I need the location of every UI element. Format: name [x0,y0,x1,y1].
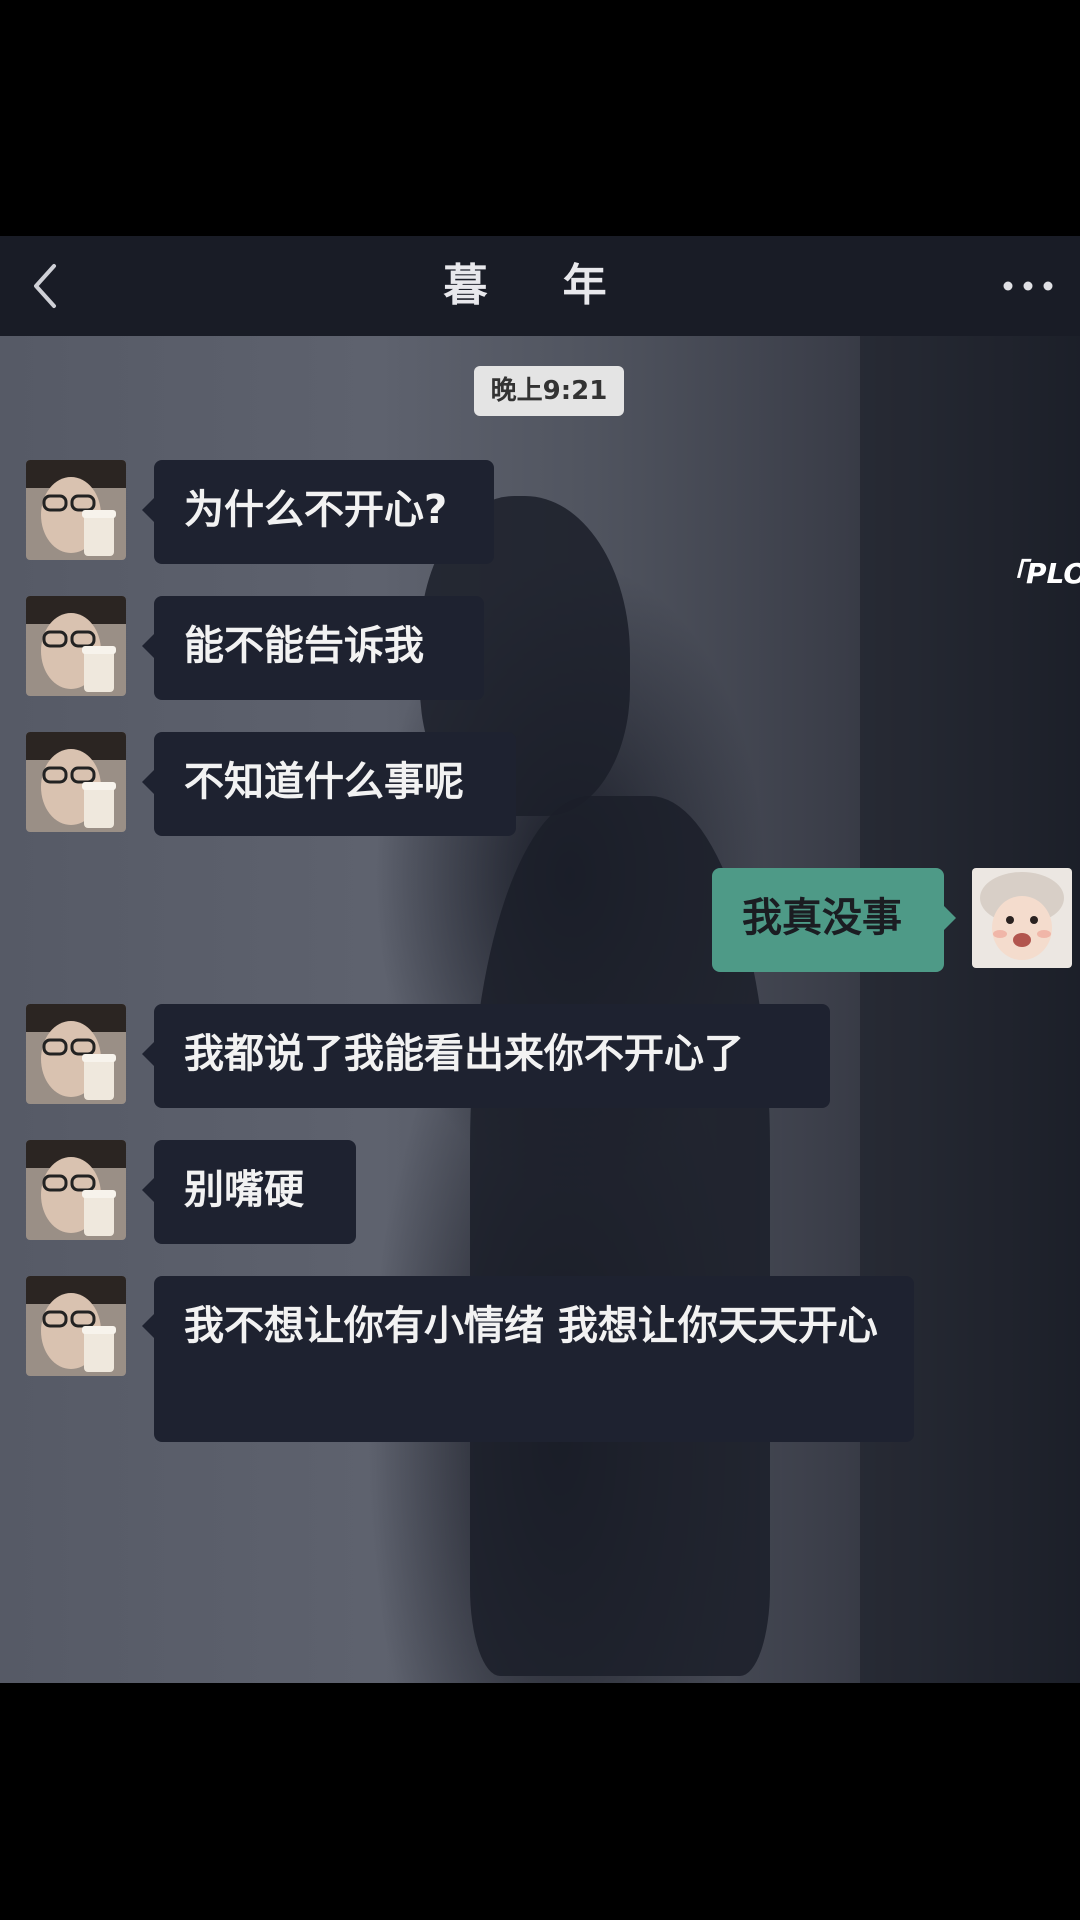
message-bubble-incoming[interactable]: 我都说了我能看出来你不开心了 [142,1004,830,1108]
message-bubble-incoming[interactable]: 不知道什么事呢 [142,732,516,836]
contact-avatar[interactable] [26,732,126,832]
phone-screen: 暮 年 晚上9:21 「PLO 为什么不开心? 能不能告诉我 不知道什么事呢 我… [0,0,1080,1920]
chat-title: 暮 年 [443,260,637,311]
message-bubble-outgoing[interactable]: 我真没事 [712,868,956,972]
chat-window: 暮 年 晚上9:21 「PLO 为什么不开心? 能不能告诉我 不知道什么事呢 我… [0,236,1080,1683]
more-dots-icon[interactable] [1000,266,1056,306]
overlay-edge-text: 「PLO [998,557,1080,590]
message-bubble-incoming[interactable]: 我不想让你有小情绪 我想让你天天开心 [142,1276,914,1442]
message-bubble-incoming[interactable]: 能不能告诉我 [142,596,484,700]
chat-header: 暮 年 [0,236,1080,336]
contact-avatar[interactable] [26,460,126,560]
message-timestamp: 晚上9:21 [474,366,624,416]
contact-avatar[interactable] [26,1004,126,1104]
contact-avatar[interactable] [26,596,126,696]
message-bubble-incoming[interactable]: 别嘴硬 [142,1140,356,1244]
user-avatar[interactable] [972,868,1072,968]
contact-avatar[interactable] [26,1276,126,1376]
message-bubble-incoming[interactable]: 为什么不开心? [142,460,494,564]
contact-avatar[interactable] [26,1140,126,1240]
